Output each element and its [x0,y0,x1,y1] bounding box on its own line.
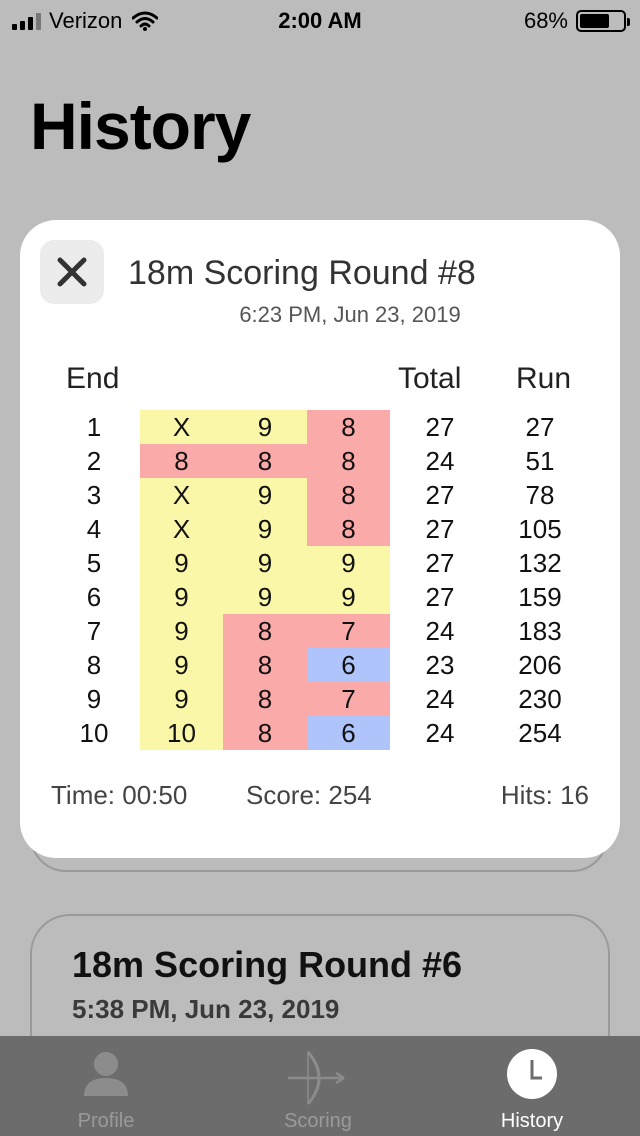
arrow-score: 9 [223,410,307,444]
tab-label: History [500,1110,564,1132]
arrow-score: 8 [223,444,307,478]
running-total: 183 [518,616,562,646]
battery-percent: 68% [523,8,568,33]
score-row: 3 X 9 8 27 78 [20,478,620,512]
header-end: End [66,362,120,395]
tab-label: Scoring [284,1110,352,1132]
arrow-score: 9 [140,580,223,614]
score-row: 8 9 8 6 23 206 [20,648,620,682]
end-number: 1 [86,412,102,442]
arrow-score: 8 [307,512,390,546]
arrow-score: 8 [307,444,390,478]
round-date: 6:23 PM, Jun 23, 2019 [239,302,461,327]
arrow-score: 8 [307,478,390,512]
running-total: 230 [518,684,562,714]
running-total: 159 [518,582,562,612]
arrow-score: 8 [140,444,223,478]
tab-history[interactable]: History [452,1036,612,1136]
arrow-score: 8 [223,682,307,716]
end-total: 27 [425,412,455,442]
arrow-score: 9 [140,614,223,648]
arrow-score: X [140,410,223,444]
arrow-score: 9 [223,580,307,614]
arrow-score: 6 [307,648,390,682]
end-total: 27 [425,480,455,510]
running-total: 206 [518,650,562,680]
end-number: 6 [86,582,102,612]
tab-bar: Profile Scoring History [0,1036,640,1136]
bow-arrow-icon [288,1051,345,1105]
arrow-score: 7 [307,682,390,716]
running-total: 78 [525,480,555,510]
score-row: 2 8 8 8 24 51 [20,444,620,478]
score-row: 9 9 8 7 24 230 [20,682,620,716]
score-row: 4 X 9 8 27 105 [20,512,620,546]
arrow-score: 9 [223,512,307,546]
end-number: 7 [86,616,102,646]
arrow-score: 9 [307,580,390,614]
arrow-score: 10 [140,716,223,750]
score-stat: Score: 254 [246,780,372,810]
arrow-score: 9 [307,546,390,580]
end-total: 24 [425,446,455,476]
running-total: 51 [525,446,555,476]
tab-scoring[interactable]: Scoring [238,1036,398,1136]
end-total: 24 [425,684,455,714]
history-card-date: 5:38 PM, Jun 23, 2019 [72,994,340,1024]
end-number: 4 [86,514,102,544]
end-total: 23 [425,650,455,680]
time-stat: Time: 00:50 [51,780,188,810]
running-total: 254 [518,718,562,748]
status-bar: Verizon 2:00 AM 68% [0,0,640,40]
arrow-score: 9 [140,546,223,580]
person-icon [84,1052,128,1096]
header-run: Run [516,362,572,395]
arrow-score: 9 [140,648,223,682]
arrow-score: X [140,512,223,546]
score-row: 7 9 8 7 24 183 [20,614,620,648]
tab-profile[interactable]: Profile [26,1036,186,1136]
arrow-score: 8 [223,648,307,682]
end-total: 27 [425,548,455,578]
arrow-score: 9 [223,478,307,512]
running-total: 132 [518,548,562,578]
end-total: 27 [425,514,455,544]
end-total: 27 [425,582,455,612]
end-number: 5 [86,548,102,578]
close-icon [57,257,87,287]
score-row: 10 10 8 6 24 254 [20,716,620,750]
header-total: Total [398,362,462,395]
end-number: 10 [79,718,109,748]
close-button[interactable] [40,240,104,304]
arrow-score: 6 [307,716,390,750]
arrow-score: 9 [140,682,223,716]
round-detail-modal: 18m Scoring Round #8 6:23 PM, Jun 23, 20… [20,220,620,858]
score-row: 1 X 9 8 27 27 [20,410,620,444]
round-title: 18m Scoring Round #8 [128,254,476,292]
running-total: 105 [518,514,562,544]
running-total: 27 [525,412,555,442]
history-card-title: 18m Scoring Round #6 [72,944,463,985]
arrow-score: 8 [223,614,307,648]
score-row: 6 9 9 9 27 159 [20,580,620,614]
end-number: 9 [86,684,102,714]
end-number: 2 [86,446,102,476]
hits-stat: Hits: 16 [500,780,589,810]
arrow-score: X [140,478,223,512]
end-number: 3 [86,480,102,510]
end-total: 24 [425,718,455,748]
arrow-score: 8 [307,410,390,444]
score-row: 5 9 9 9 27 132 [20,546,620,580]
end-number: 8 [86,650,102,680]
arrow-score: 9 [223,546,307,580]
end-total: 24 [425,616,455,646]
arrow-score: 7 [307,614,390,648]
arrow-score: 8 [223,716,307,750]
battery-icon [576,10,630,32]
page-title: History [30,89,251,163]
tab-label: Profile [77,1110,135,1132]
clock-icon [507,1049,557,1099]
